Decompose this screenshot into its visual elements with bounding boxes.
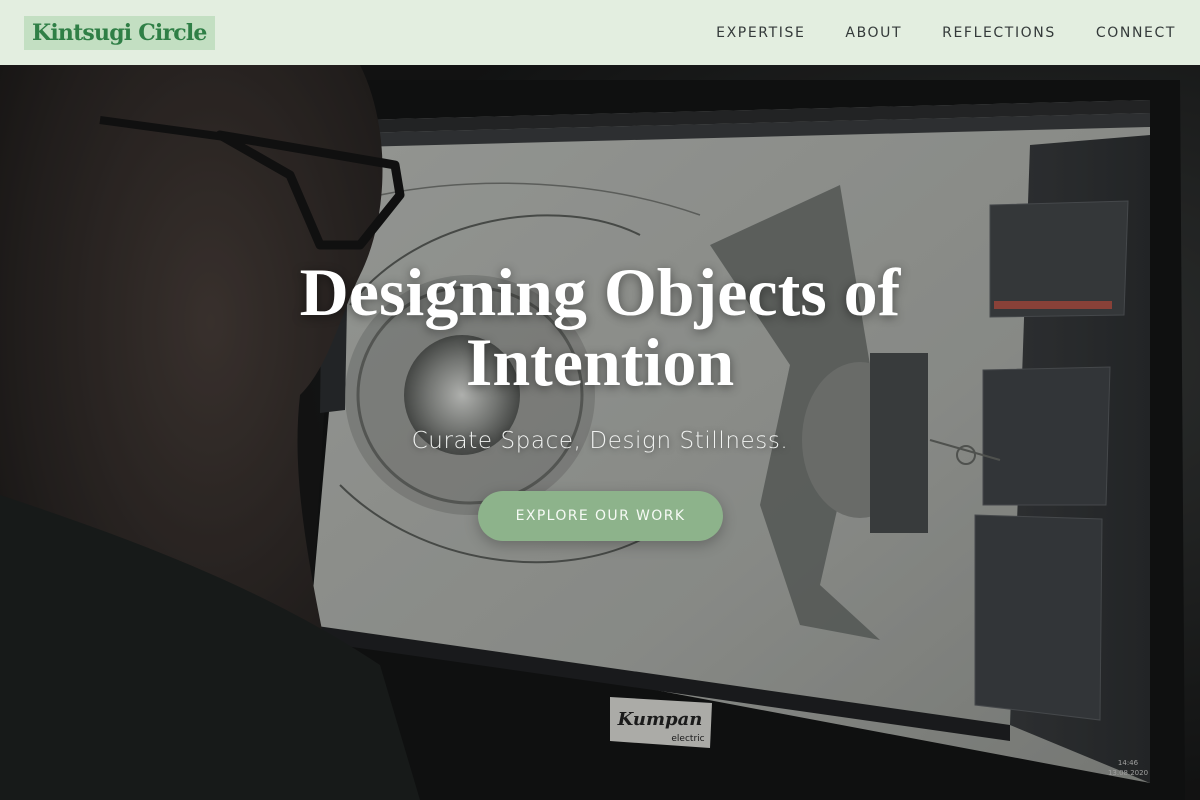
nav-links: EXPERTISE ABOUT REFLECTIONS CONNECT [716, 25, 1176, 41]
site-logo[interactable]: Kintsugi Circle [24, 15, 215, 50]
explore-work-button[interactable]: EXPLORE OUR WORK [478, 491, 723, 541]
nav-link-connect[interactable]: CONNECT [1096, 25, 1176, 41]
nav-link-expertise[interactable]: EXPERTISE [716, 25, 805, 41]
hero-title: Designing Objects of Intention [299, 254, 901, 400]
hero-subtitle: Curate Space, Design Stillness. [411, 428, 789, 454]
nav-link-about[interactable]: ABOUT [845, 25, 902, 41]
hero-section: Kumpan electric 14:46 13.08.2020 Designi… [0, 65, 1200, 800]
nav-link-reflections[interactable]: REFLECTIONS [942, 25, 1056, 41]
top-navigation: Kintsugi Circle EXPERTISE ABOUT REFLECTI… [0, 0, 1200, 65]
